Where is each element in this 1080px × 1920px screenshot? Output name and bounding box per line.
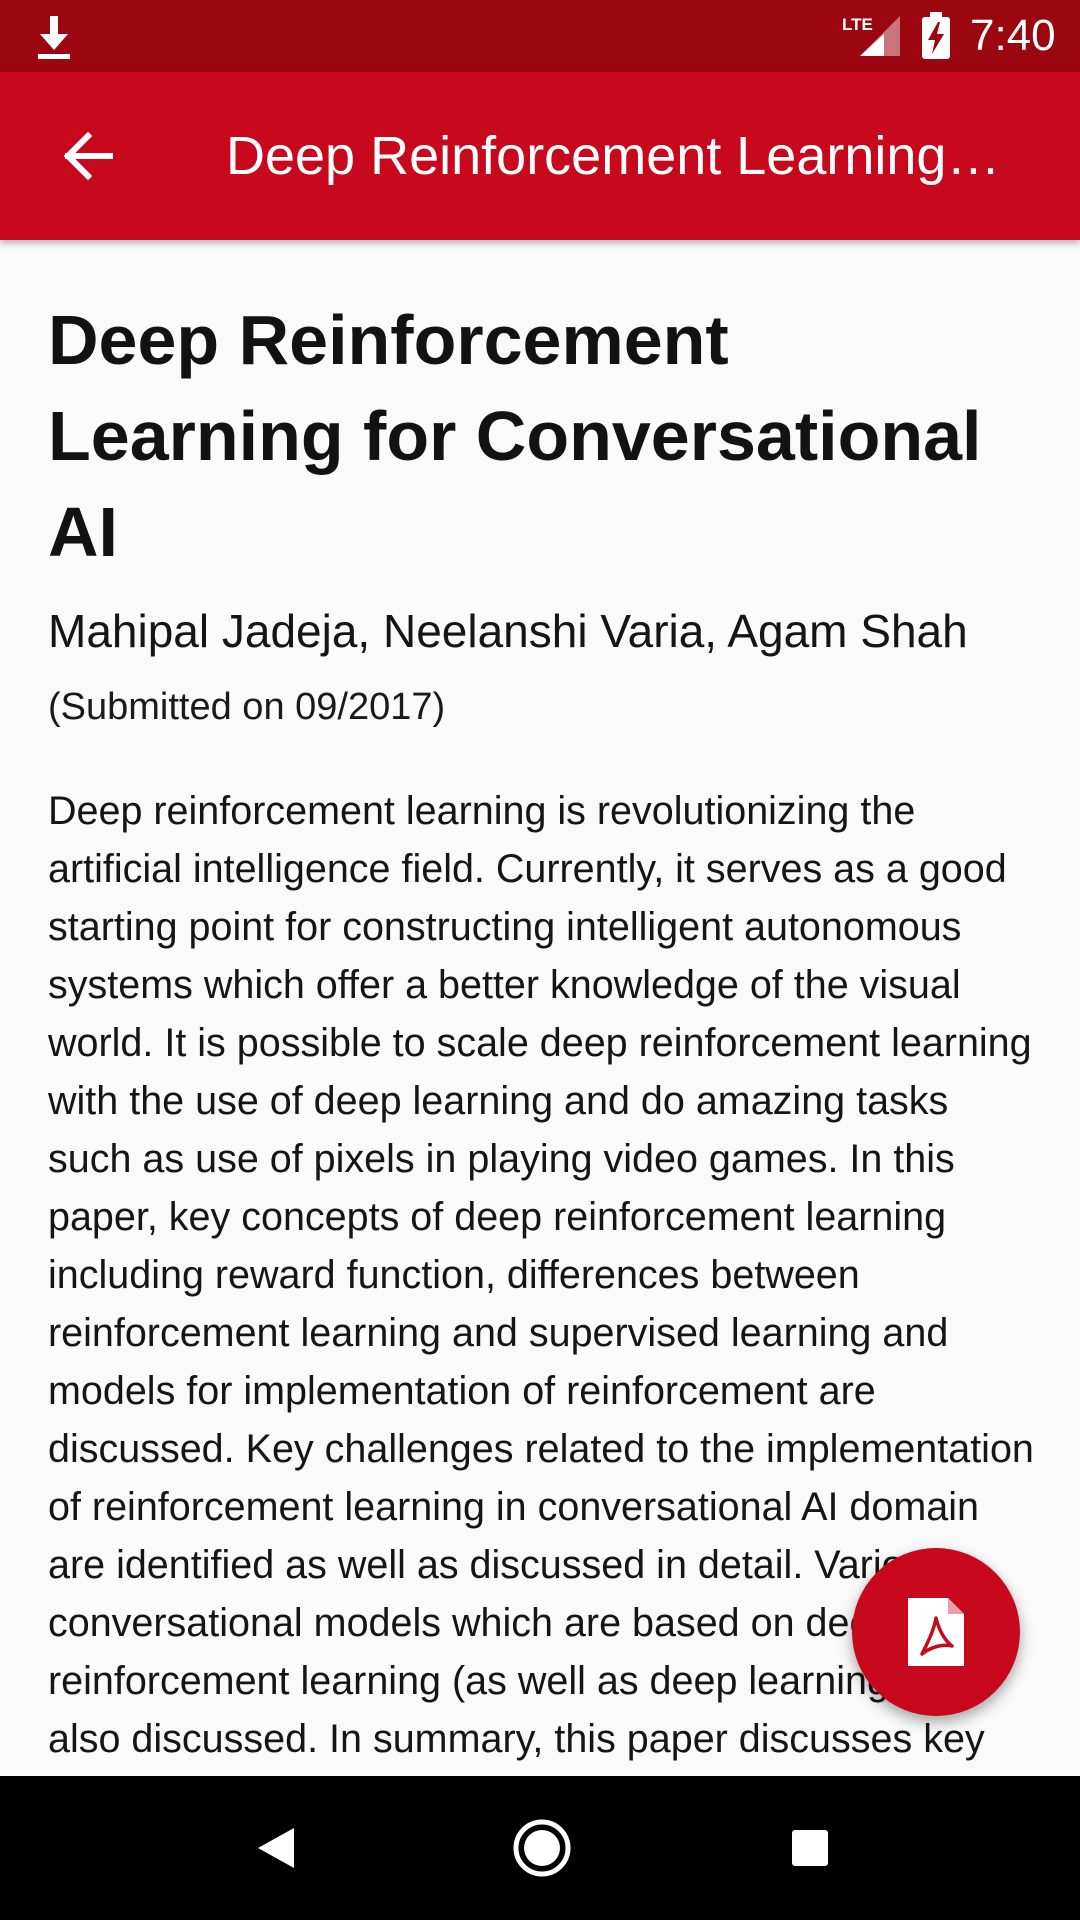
paper-title: Deep Reinforcement Learning for Conversa… (48, 301, 982, 571)
download-icon (38, 16, 70, 59)
nav-home-icon[interactable] (502, 1808, 582, 1888)
app-bar: Deep Reinforcement Learning… (0, 72, 1080, 240)
nav-back-icon[interactable] (240, 1812, 312, 1884)
nav-recents-icon[interactable] (774, 1812, 846, 1884)
status-bar: LTE 7:40 (0, 0, 1080, 72)
navigation-bar (0, 1776, 1080, 1920)
paper-content[interactable]: Deep Reinforcement Learning for Conversa… (48, 240, 1038, 1776)
paper-submitted-date: (Submitted on 09/2017) (48, 686, 446, 728)
paper-authors: Mahipal Jadeja, Neelanshi Varia, Agam Sh… (48, 605, 968, 657)
svg-text:LTE: LTE (842, 15, 873, 34)
status-time: 7:40 (970, 11, 1056, 60)
arrow-back-icon (63, 131, 113, 181)
app-bar-title: Deep Reinforcement Learning… (226, 126, 1001, 186)
open-pdf-button[interactable] (852, 1548, 1020, 1716)
pdf-icon (908, 1598, 964, 1666)
lte-signal-icon: LTE (842, 15, 900, 56)
back-button[interactable] (40, 116, 136, 196)
battery-charging-icon (922, 12, 950, 59)
